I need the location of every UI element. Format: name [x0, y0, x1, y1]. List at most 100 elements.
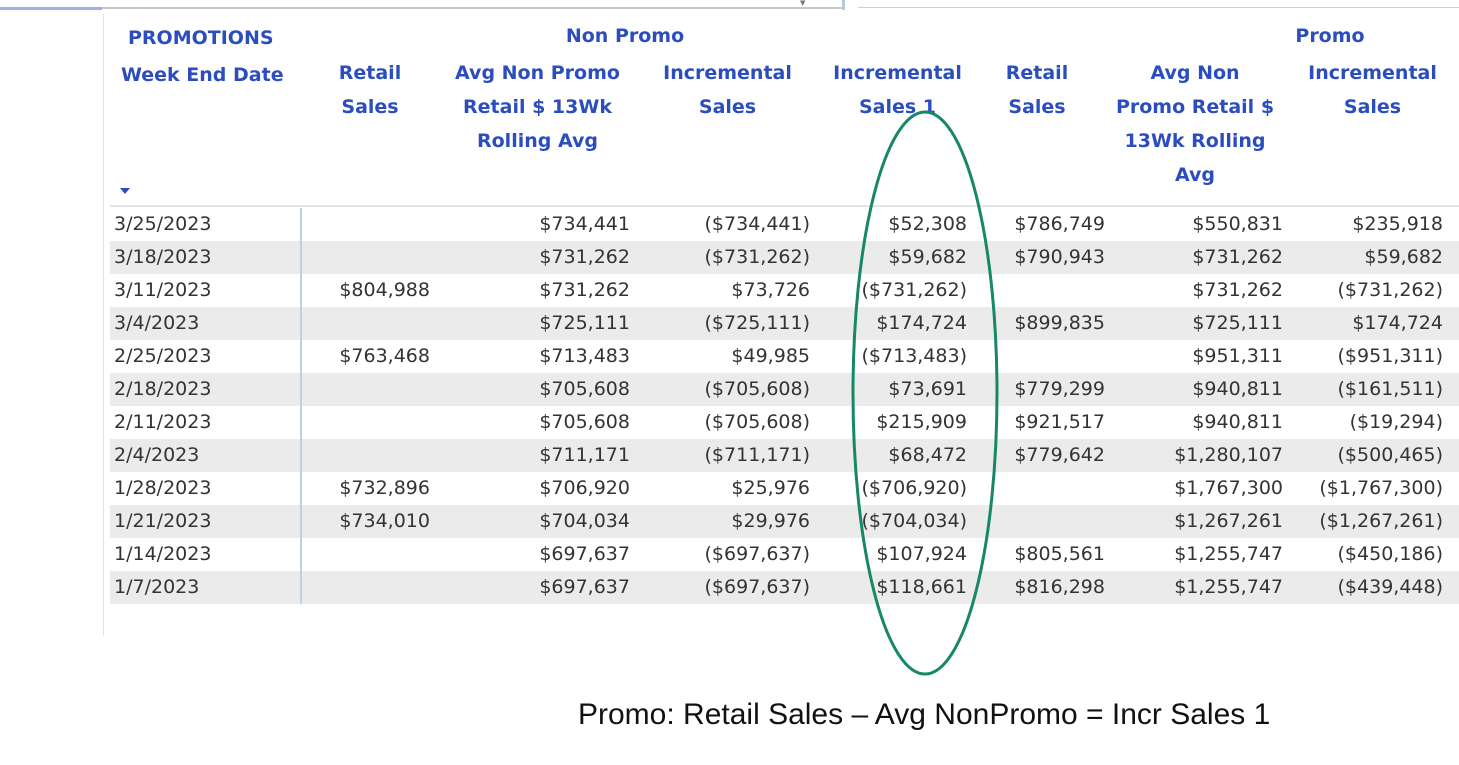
week-end-date-cell: 2/11/2023 [114, 411, 212, 433]
week-end-date-cell: 2/18/2023 [114, 378, 212, 400]
table-row[interactable]: 3/18/2023 $731,262 ($731,262) $59,682 $790,9… [110, 241, 1459, 274]
p-incremental-cell: ($1,767,300) [1319, 477, 1443, 499]
np-avg-non-promo-header[interactable]: Avg Non Promo Retail $ 13Wk Rolling Avg [430, 56, 645, 158]
week-end-date-cell: 3/18/2023 [114, 246, 212, 268]
p-incremental-cell: ($731,262) [1337, 279, 1443, 301]
p-avg-cell: $940,811 [1192, 378, 1283, 400]
np-incremental-cell: $25,976 [731, 477, 810, 499]
p-avg-cell: $1,255,747 [1174, 576, 1283, 598]
p-incremental-cell: ($161,511) [1337, 378, 1443, 400]
p-retail-sales-cell: $921,517 [1014, 411, 1105, 433]
p-incremental-cell: ($500,465) [1337, 444, 1443, 466]
np-avg-cell: $705,608 [539, 411, 630, 433]
table-row[interactable]: 1/28/2023 $732,896 $706,920 $25,976 ($706,92… [110, 472, 1459, 505]
np-incremental-cell: $29,976 [731, 510, 810, 532]
formula-annotation: Promo: Retail Sales – Avg NonPromo = Inc… [578, 698, 1271, 731]
np-avg-cell: $711,171 [539, 444, 630, 466]
p-avg-cell: $1,280,107 [1174, 444, 1283, 466]
week-end-date-cell: 1/28/2023 [114, 477, 212, 499]
table-row[interactable]: 2/25/2023 $763,468 $713,483 $49,985 ($713,48… [110, 340, 1459, 373]
visual-left-border [103, 14, 104, 636]
week-end-date-cell: 1/14/2023 [114, 543, 212, 565]
np-incremental-cell: ($725,111) [704, 312, 810, 334]
p-avg-cell: $1,767,300 [1174, 477, 1283, 499]
table-row[interactable]: 3/4/2023 $725,111 ($725,111) $174,724 $899,8… [110, 307, 1459, 340]
top-divider-line [858, 7, 1459, 8]
table-row[interactable]: 2/4/2023 $711,171 ($711,171) $68,472 $779,64… [110, 439, 1459, 472]
week-end-date-cell: 2/4/2023 [114, 444, 200, 466]
p-incremental-cell: ($1,267,261) [1319, 510, 1443, 532]
table-row[interactable]: 1/14/2023 $697,637 ($697,637) $107,924 $805,… [110, 538, 1459, 571]
active-tab-underline [0, 7, 102, 10]
p-incremental-cell: ($439,448) [1337, 576, 1443, 598]
p-avg-cell: $725,111 [1192, 312, 1283, 334]
p-avg-cell: $731,262 [1192, 246, 1283, 268]
np-retail-sales-header[interactable]: Retail Sales [320, 56, 420, 124]
table-row[interactable]: 2/18/2023 $705,608 ($705,608) $73,691 $779,2… [110, 373, 1459, 406]
week-end-date-cell: 2/25/2023 [114, 345, 212, 367]
promo-group-header: Promo [1295, 25, 1365, 47]
week-end-date-cell: 3/4/2023 [114, 312, 200, 334]
week-end-date-cell: 1/21/2023 [114, 510, 212, 532]
np-incremental-cell: ($697,637) [704, 576, 810, 598]
table-body: 3/25/2023 $734,441 ($734,441) $52,308 $786,7… [110, 208, 1459, 604]
p-retail-sales-cell: $779,642 [1014, 444, 1105, 466]
p-avg-non-promo-header[interactable]: Avg Non Promo Retail $ 13Wk Rolling Avg [1100, 56, 1290, 192]
p-incremental-cell: $235,918 [1352, 213, 1443, 235]
p-avg-cell: $951,311 [1192, 345, 1283, 367]
np-retail-sales-cell: $804,988 [339, 279, 430, 301]
np-avg-cell: $713,483 [539, 345, 630, 367]
sort-descending-icon[interactable] [120, 188, 130, 194]
np-incremental-cell: ($731,262) [704, 246, 810, 268]
p-incremental-cell: $59,682 [1364, 246, 1443, 268]
p-avg-cell: $1,267,261 [1174, 510, 1283, 532]
p-retail-sales-cell: $786,749 [1014, 213, 1105, 235]
chevron-down-icon: ▼ [800, 0, 806, 7]
p-avg-cell: $550,831 [1192, 213, 1283, 235]
np-incremental-cell: ($705,608) [704, 411, 810, 433]
week-end-date-cell: 1/7/2023 [114, 576, 200, 598]
p-avg-cell: $731,262 [1192, 279, 1283, 301]
annotation-ellipse [851, 110, 999, 676]
np-avg-cell: $731,262 [539, 246, 630, 268]
p-incremental-cell: ($19,294) [1349, 411, 1443, 433]
np-incremental-cell: ($734,441) [704, 213, 810, 235]
np-retail-sales-cell: $732,896 [339, 477, 430, 499]
table-row[interactable]: 3/25/2023 $734,441 ($734,441) $52,308 $786,7… [110, 208, 1459, 241]
np-retail-sales-cell: $763,468 [339, 345, 430, 367]
np-incremental-cell: ($705,608) [704, 378, 810, 400]
table-row[interactable]: 1/7/2023 $697,637 ($697,637) $118,661 $816,2… [110, 571, 1459, 604]
np-avg-cell: $725,111 [539, 312, 630, 334]
p-retail-sales-cell: $790,943 [1014, 246, 1105, 268]
p-retail-sales-cell: $899,835 [1014, 312, 1105, 334]
week-end-date-header[interactable]: Week End Date [121, 58, 284, 92]
np-retail-sales-cell: $734,010 [339, 510, 430, 532]
p-retail-sales-cell: $805,561 [1014, 543, 1105, 565]
column-divider [300, 208, 302, 604]
table-row[interactable]: 2/11/2023 $705,608 ($705,608) $215,909 $921,… [110, 406, 1459, 439]
non-promo-group-header: Non Promo [565, 25, 685, 47]
np-incremental-cell: $49,985 [731, 345, 810, 367]
tab-strip-line [102, 7, 842, 9]
table-row[interactable]: 1/21/2023 $734,010 $704,034 $29,976 ($704,03… [110, 505, 1459, 538]
p-incremental-cell: $174,724 [1352, 312, 1443, 334]
np-avg-cell: $697,637 [539, 543, 630, 565]
p-incremental-cell: ($450,186) [1337, 543, 1443, 565]
np-incremental-cell: $73,726 [731, 279, 810, 301]
np-avg-cell: $706,920 [539, 477, 630, 499]
week-end-date-cell: 3/11/2023 [114, 279, 212, 301]
np-incremental-sales-header[interactable]: Incremental Sales [645, 56, 810, 124]
week-end-date-cell: 3/25/2023 [114, 213, 212, 235]
top-tab-strip: ▼ [0, 0, 1459, 12]
p-retail-sales-cell: $779,299 [1014, 378, 1105, 400]
promotions-header[interactable]: PROMOTIONS [128, 21, 274, 55]
p-incremental-sales-header[interactable]: Incremental Sales [1290, 56, 1455, 124]
np-avg-cell: $734,441 [539, 213, 630, 235]
p-retail-sales-header[interactable]: Retail Sales [987, 56, 1087, 124]
p-retail-sales-cell: $816,298 [1014, 576, 1105, 598]
p-incremental-cell: ($951,311) [1337, 345, 1443, 367]
p-avg-cell: $940,811 [1192, 411, 1283, 433]
np-incremental-cell: ($697,637) [704, 543, 810, 565]
table-row[interactable]: 3/11/2023 $804,988 $731,262 $73,726 ($731,26… [110, 274, 1459, 307]
p-avg-cell: $1,255,747 [1174, 543, 1283, 565]
